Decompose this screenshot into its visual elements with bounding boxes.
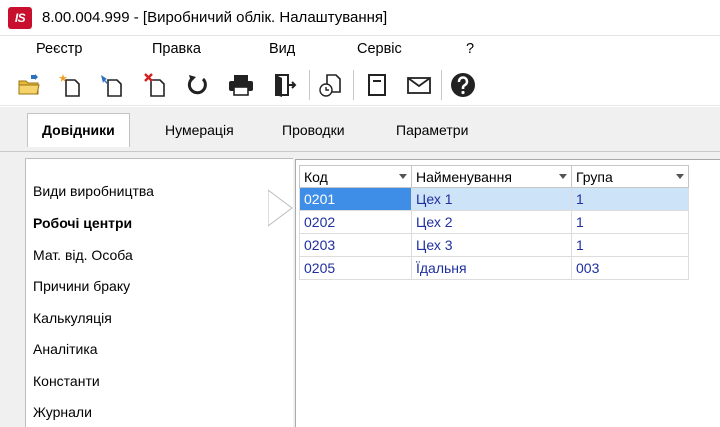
cell-name[interactable]: Їдальня bbox=[411, 256, 572, 280]
list-item[interactable]: Журнали bbox=[33, 404, 92, 420]
cell-code[interactable]: 0201 bbox=[299, 187, 412, 211]
selection-pointer bbox=[268, 189, 293, 227]
menu-edit[interactable]: Правка bbox=[152, 41, 201, 57]
column-header-code[interactable]: Код bbox=[299, 165, 412, 188]
tab-postings[interactable]: Проводки bbox=[268, 115, 359, 145]
cell-group[interactable]: 1 bbox=[571, 233, 689, 257]
menu-registry[interactable]: Реєстр bbox=[36, 41, 82, 57]
menu-bar: Реєстр Правка Вид Сервіс ? bbox=[0, 37, 720, 63]
history-icon[interactable] bbox=[314, 68, 348, 102]
cell-code[interactable]: 0202 bbox=[299, 210, 412, 234]
tab-numbering[interactable]: Нумерація bbox=[151, 115, 248, 145]
dropdown-arrow-icon[interactable] bbox=[559, 174, 567, 179]
dropdown-arrow-icon[interactable] bbox=[399, 174, 407, 179]
data-grid: Код Найменування Група 0201 Цех 1 1 0202… bbox=[295, 159, 720, 427]
table-row[interactable]: 0202 Цех 2 1 bbox=[299, 210, 689, 234]
toolbar-separator bbox=[353, 70, 354, 100]
list-item[interactable]: Причини браку bbox=[33, 278, 130, 294]
cell-group[interactable]: 003 bbox=[571, 256, 689, 280]
column-header-group[interactable]: Група bbox=[571, 165, 689, 188]
directory-list: Види виробництва Робочі центри Мат. від.… bbox=[25, 158, 293, 427]
refresh-icon[interactable] bbox=[180, 68, 214, 102]
title-bar: IS 8.00.004.999 - [Виробничий облік. Нал… bbox=[0, 0, 720, 36]
copy-document-icon[interactable] bbox=[95, 68, 129, 102]
help-icon[interactable] bbox=[446, 68, 480, 102]
table-row[interactable]: 0203 Цех 3 1 bbox=[299, 233, 689, 257]
window-title: 8.00.004.999 - [Виробничий облік. Налашт… bbox=[42, 9, 388, 26]
tab-parameters[interactable]: Параметри bbox=[382, 115, 482, 145]
tab-strip: Довідники Нумерація Проводки Параметри bbox=[0, 107, 720, 152]
menu-view[interactable]: Вид bbox=[269, 41, 295, 57]
print-icon[interactable] bbox=[224, 68, 258, 102]
table-header-row: Код Найменування Група bbox=[299, 165, 689, 188]
list-item[interactable]: Константи bbox=[33, 373, 100, 389]
cell-group[interactable]: 1 bbox=[571, 210, 689, 234]
cell-name[interactable]: Цех 1 bbox=[411, 187, 572, 211]
toolbar-separator bbox=[441, 70, 442, 100]
folder-open-icon[interactable] bbox=[13, 68, 47, 102]
cell-name[interactable]: Цех 3 bbox=[411, 233, 572, 257]
content-area: Види виробництва Робочі центри Мат. від.… bbox=[0, 152, 720, 427]
tab-directories[interactable]: Довідники bbox=[27, 113, 130, 147]
menu-service[interactable]: Сервіс bbox=[357, 41, 402, 57]
exit-icon[interactable] bbox=[268, 68, 302, 102]
app-logo-icon: IS bbox=[8, 7, 32, 29]
new-document-icon[interactable] bbox=[53, 68, 87, 102]
delete-document-icon[interactable] bbox=[138, 68, 172, 102]
cell-name[interactable]: Цех 2 bbox=[411, 210, 572, 234]
mail-icon[interactable] bbox=[402, 68, 436, 102]
dropdown-arrow-icon[interactable] bbox=[676, 174, 684, 179]
table-row-selected[interactable]: 0201 Цех 1 1 bbox=[299, 187, 689, 211]
table-row[interactable]: 0205 Їдальня 003 bbox=[299, 256, 689, 280]
list-item[interactable]: Аналітика bbox=[33, 341, 98, 357]
cell-code[interactable]: 0205 bbox=[299, 256, 412, 280]
list-item[interactable]: Мат. від. Особа bbox=[33, 247, 133, 263]
menu-help[interactable]: ? bbox=[466, 41, 474, 57]
list-item-selected[interactable]: Робочі центри bbox=[33, 215, 132, 231]
list-item[interactable]: Види виробництва bbox=[33, 183, 154, 199]
cell-group[interactable]: 1 bbox=[571, 187, 689, 211]
form-icon[interactable] bbox=[360, 68, 394, 102]
toolbar-separator bbox=[309, 70, 310, 100]
column-header-name[interactable]: Найменування bbox=[411, 165, 572, 188]
cell-code[interactable]: 0203 bbox=[299, 233, 412, 257]
toolbar bbox=[0, 64, 720, 106]
list-item[interactable]: Калькуляція bbox=[33, 310, 112, 326]
records-table: Код Найменування Група 0201 Цех 1 1 0202… bbox=[299, 165, 689, 280]
